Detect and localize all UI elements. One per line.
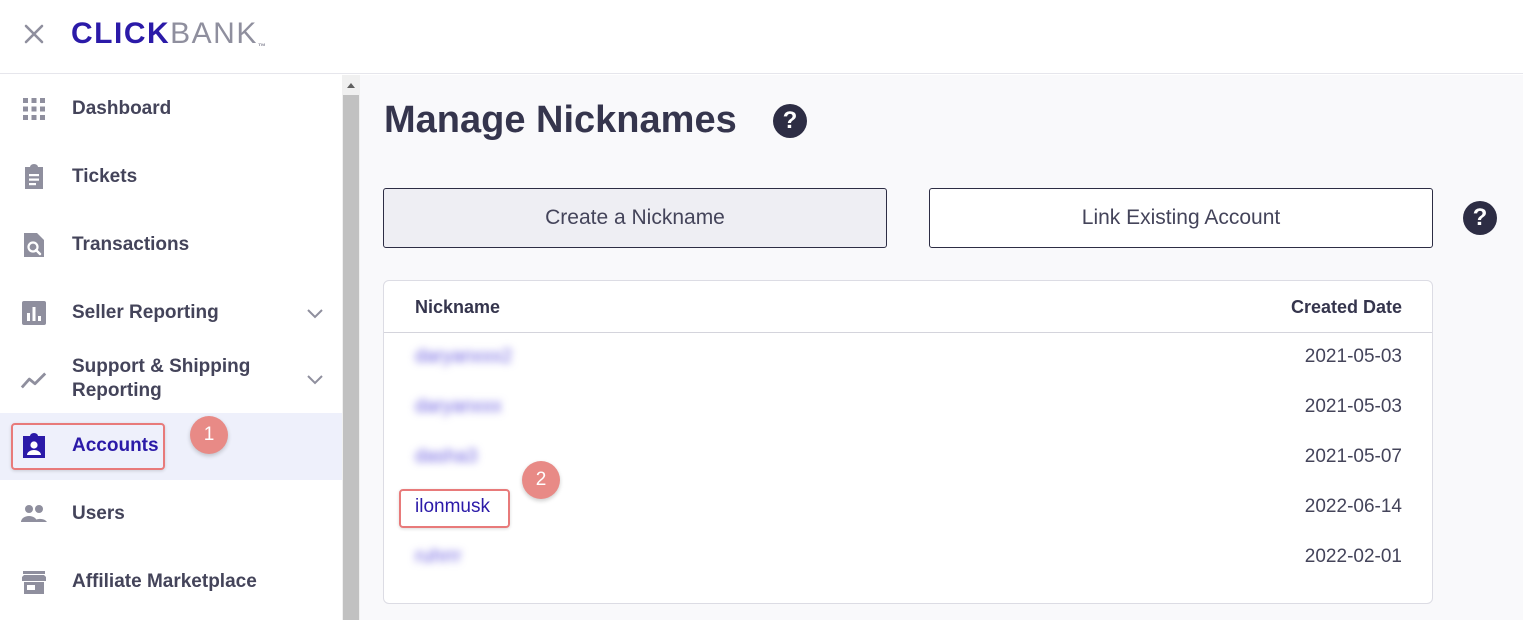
nickname-link[interactable]: daryanxxx2	[415, 346, 512, 368]
grid-icon	[20, 95, 48, 123]
sidebar: Dashboard Tickets Transactions Seller Re…	[0, 75, 342, 620]
nicknames-table: Nickname Created Date daryanxxx2 2021-05…	[383, 280, 1433, 604]
nickname-link[interactable]: dasha3	[415, 446, 477, 468]
file-search-icon	[20, 231, 48, 259]
close-icon[interactable]	[20, 20, 48, 48]
table-row: daryanxxx2 2021-05-03	[384, 333, 1432, 383]
logo-trademark: ™	[257, 42, 268, 51]
table-row: ruhrrr 2022-02-01	[384, 533, 1432, 583]
logo-bank-text: BANK	[170, 17, 258, 50]
link-account-help-icon[interactable]: ?	[1463, 201, 1497, 235]
top-bar: CLICKBANK™	[0, 0, 1523, 74]
created-date: 2021-05-03	[1304, 346, 1402, 367]
scrollbar-thumb[interactable]	[343, 95, 359, 620]
sidebar-item-label: Dashboard	[72, 98, 172, 119]
created-date: 2022-06-14	[1304, 496, 1402, 517]
column-header-nickname[interactable]: Nickname	[415, 297, 500, 318]
column-header-created-date[interactable]: Created Date	[1291, 297, 1402, 318]
created-date: 2022-02-01	[1304, 546, 1402, 567]
sidebar-item-support-shipping-reporting[interactable]: Support & Shipping Reporting	[0, 347, 342, 413]
nickname-link[interactable]: daryanxxx	[415, 396, 502, 418]
sidebar-item-label: Transactions	[72, 234, 190, 255]
sidebar-scrollbar[interactable]	[342, 75, 360, 620]
sidebar-item-tickets[interactable]: Tickets	[0, 143, 342, 211]
storefront-icon	[20, 568, 48, 596]
clickbank-logo[interactable]: CLICKBANK™	[71, 17, 267, 51]
created-date: 2021-05-03	[1304, 396, 1402, 417]
sidebar-item-affiliate-marketplace[interactable]: Affiliate Marketplace	[0, 548, 342, 616]
create-nickname-button[interactable]: Create a Nickname	[383, 188, 887, 248]
created-date: 2021-05-07	[1304, 446, 1402, 467]
users-icon	[20, 500, 48, 528]
sidebar-item-transactions[interactable]: Transactions	[0, 211, 342, 279]
annotation-highlight-ilonmusk	[399, 489, 510, 528]
table-row: daryanxxx 2021-05-03	[384, 383, 1432, 433]
link-existing-account-button[interactable]: Link Existing Account	[929, 188, 1433, 248]
clipboard-icon	[20, 163, 48, 191]
scroll-up-arrow-icon[interactable]	[342, 75, 360, 95]
annotation-highlight-accounts	[11, 423, 165, 470]
logo-click-text: CLICK	[71, 17, 171, 50]
page-title: Manage Nicknames	[384, 99, 737, 141]
sidebar-item-seller-reporting[interactable]: Seller Reporting	[0, 279, 342, 347]
chevron-down-icon[interactable]	[305, 303, 325, 323]
trend-line-icon	[20, 366, 48, 394]
chevron-down-icon[interactable]	[305, 369, 325, 389]
sidebar-item-users[interactable]: Users	[0, 480, 342, 548]
nickname-link[interactable]: ruhrrr	[415, 546, 461, 568]
sidebar-item-label: Affiliate Marketplace	[72, 571, 257, 592]
sidebar-item-label: Support & Shipping Reporting	[72, 356, 251, 401]
sidebar-item-label: Seller Reporting	[72, 302, 219, 323]
annotation-badge-2: 2	[522, 461, 560, 499]
help-icon[interactable]: ?	[773, 104, 807, 138]
annotation-badge-1: 1	[190, 416, 228, 454]
sidebar-item-label: Tickets	[72, 166, 138, 187]
bar-chart-icon	[20, 299, 48, 327]
sidebar-item-dashboard[interactable]: Dashboard	[0, 75, 342, 143]
sidebar-item-label: Users	[72, 503, 125, 524]
main-content: Manage Nicknames ? Create a Nickname Lin…	[360, 75, 1523, 620]
